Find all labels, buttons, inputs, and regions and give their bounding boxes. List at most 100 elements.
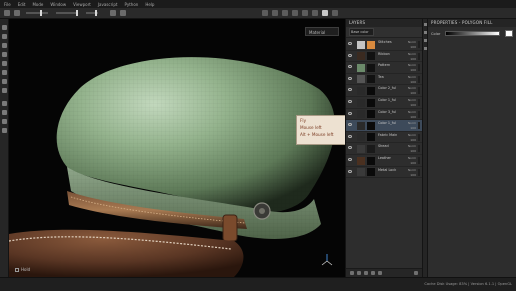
material-picker-icon[interactable] xyxy=(2,79,7,84)
visibility-eye-icon[interactable] xyxy=(348,76,352,80)
layer-opacity[interactable]: 100 xyxy=(410,57,416,61)
symmetry-icon[interactable] xyxy=(120,10,126,16)
mode-2d-icon[interactable] xyxy=(282,10,288,16)
bake-icon[interactable] xyxy=(2,101,7,106)
color-swatch[interactable] xyxy=(505,30,513,37)
clone-icon[interactable] xyxy=(2,70,7,75)
layer-mask-thumbnail[interactable] xyxy=(367,156,375,165)
menu-file[interactable]: File xyxy=(4,2,11,7)
layer-row[interactable]: Stitches Norm 100 xyxy=(346,39,422,51)
viewport-display-select[interactable]: Material xyxy=(305,27,339,36)
layer-opacity[interactable]: 100 xyxy=(410,138,416,142)
layer-blend-mode[interactable]: Norm xyxy=(408,52,416,56)
layer-opacity[interactable]: 100 xyxy=(410,149,416,153)
visibility-eye-icon[interactable] xyxy=(348,88,352,92)
layer-row[interactable]: Fabric Main Norm 100 xyxy=(346,132,422,144)
delete-layer-icon[interactable] xyxy=(414,271,418,275)
alignment-icon[interactable] xyxy=(110,10,116,16)
visibility-eye-icon[interactable] xyxy=(348,65,352,69)
layer-mask-thumbnail[interactable] xyxy=(367,168,375,177)
screenshot-icon[interactable] xyxy=(332,10,338,16)
layer-row[interactable]: Ribbon Norm 100 xyxy=(346,51,422,63)
menu-edit[interactable]: Edit xyxy=(18,2,26,7)
layer-blend-mode[interactable]: Norm xyxy=(408,40,416,44)
polygon-fill-icon[interactable] xyxy=(2,52,7,57)
layer-mask-thumbnail[interactable] xyxy=(367,121,375,130)
layer-mask-thumbnail[interactable] xyxy=(367,144,375,153)
dock-layers-icon[interactable] xyxy=(424,23,427,26)
layer-opacity[interactable]: 100 xyxy=(410,173,416,177)
stroke-icon[interactable] xyxy=(14,10,20,16)
layer-mask-thumbnail[interactable] xyxy=(367,63,375,72)
visibility-eye-icon[interactable] xyxy=(348,169,352,173)
settings-icon[interactable] xyxy=(302,10,308,16)
render-icon[interactable] xyxy=(272,10,278,16)
layer-row[interactable]: Color 3_ful Norm 100 xyxy=(346,109,422,121)
layer-row[interactable]: Metal Lock Norm 100 xyxy=(346,167,422,179)
layer-blend-mode[interactable]: Norm xyxy=(408,110,416,114)
layer-mask-thumbnail[interactable] xyxy=(367,110,375,119)
menu-mode[interactable]: Mode xyxy=(32,2,43,7)
geometry-decal-icon[interactable] xyxy=(2,88,7,93)
layer-blend-mode[interactable]: Norm xyxy=(408,168,416,172)
layer-opacity[interactable]: 100 xyxy=(410,45,416,49)
visibility-eye-icon[interactable] xyxy=(348,53,352,57)
brush-icon[interactable] xyxy=(4,10,10,16)
add-fill-layer-icon[interactable] xyxy=(350,271,354,275)
layer-mask-thumbnail[interactable] xyxy=(367,86,375,95)
projection-icon[interactable] xyxy=(2,43,7,48)
dock-display-icon[interactable] xyxy=(424,47,427,50)
color-gradient-slider[interactable] xyxy=(445,31,501,36)
layer-opacity[interactable]: 100 xyxy=(410,126,416,130)
layer-mask-thumbnail[interactable] xyxy=(367,75,375,84)
layer-row[interactable]: Tea Norm 100 xyxy=(346,74,422,86)
layer-mask-thumbnail[interactable] xyxy=(367,52,375,61)
paint-select-icon[interactable] xyxy=(2,110,7,115)
flow-slider[interactable] xyxy=(56,10,78,16)
layer-blend-mode[interactable]: Norm xyxy=(408,75,416,79)
menu-python[interactable]: Python xyxy=(124,2,138,7)
add-effect-icon[interactable] xyxy=(378,271,382,275)
visibility-eye-icon[interactable] xyxy=(348,100,352,103)
layer-opacity[interactable]: 100 xyxy=(410,161,416,165)
layer-opacity[interactable]: 100 xyxy=(410,68,416,72)
dock-history-icon[interactable] xyxy=(424,39,427,42)
eraser-icon[interactable] xyxy=(2,34,7,39)
layer-blend-mode[interactable]: Norm xyxy=(408,121,416,125)
paint-brush-icon[interactable] xyxy=(2,25,7,30)
color-picker-icon[interactable] xyxy=(2,119,7,124)
layer-row[interactable]: Leather Norm 100 xyxy=(346,155,422,167)
layer-blend-mode[interactable]: Norm xyxy=(408,98,416,102)
display-icon[interactable] xyxy=(312,10,318,16)
menu-viewport[interactable]: Viewport xyxy=(73,2,91,7)
mode-3d-icon[interactable] xyxy=(292,10,298,16)
3d-viewport[interactable]: Material Hold xyxy=(9,19,345,277)
add-folder-icon[interactable] xyxy=(364,271,368,275)
layer-blend-mode[interactable]: Norm xyxy=(408,86,416,90)
menu-window[interactable]: Window xyxy=(50,2,66,7)
layer-mask-thumbnail[interactable] xyxy=(367,133,375,142)
visibility-eye-icon[interactable] xyxy=(348,158,352,161)
menu-help[interactable]: Help xyxy=(145,2,154,7)
size-slider[interactable] xyxy=(26,10,48,16)
visibility-eye-icon[interactable] xyxy=(348,134,352,138)
add-mask-icon[interactable] xyxy=(371,271,375,275)
layer-blend-mode[interactable]: Norm xyxy=(408,156,416,160)
menu-javascript[interactable]: Javascript xyxy=(98,2,118,7)
visibility-eye-icon[interactable] xyxy=(348,42,352,45)
layer-blend-mode[interactable]: Norm xyxy=(408,144,416,148)
layer-row[interactable]: Color 1_ful Norm 100 xyxy=(346,97,422,109)
layer-row[interactable]: Color 2_ful Norm 100 xyxy=(346,85,422,97)
layer-opacity[interactable]: 100 xyxy=(410,115,416,119)
layer-row[interactable]: Pattern Norm 100 xyxy=(346,62,422,74)
dock-textureset-icon[interactable] xyxy=(424,31,427,34)
smudge-icon[interactable] xyxy=(2,61,7,66)
visibility-eye-icon[interactable] xyxy=(348,146,352,150)
camera-icon[interactable] xyxy=(262,10,268,16)
layer-mask-thumbnail[interactable] xyxy=(367,40,375,49)
visibility-eye-icon[interactable] xyxy=(348,111,352,115)
spacing-slider[interactable] xyxy=(86,10,98,16)
layer-blend-mode[interactable]: Norm xyxy=(408,133,416,137)
mode-checkbox-icon[interactable] xyxy=(15,267,19,272)
visibility-eye-icon[interactable] xyxy=(348,123,352,127)
